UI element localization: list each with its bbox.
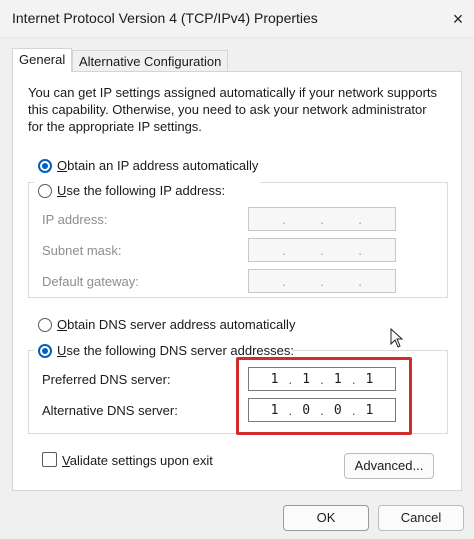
description-text: You can get IP settings assigned automat… [28,84,468,135]
default-gateway-label: Default gateway: [42,274,139,289]
subnet-mask-input[interactable]: ... [248,238,396,262]
obtain-ip-auto-label[interactable]: Obtain an IP address automatically [57,158,258,173]
description-line: this capability. Otherwise, you need to … [28,102,427,117]
use-following-ip-label[interactable]: Use the following IP address: [57,183,225,198]
obtain-dns-auto-radio[interactable] [38,318,52,332]
use-following-dns-label[interactable]: Use the following DNS server addresses: [57,343,294,358]
use-following-ip-radio[interactable] [38,184,52,198]
preferred-dns-label: Preferred DNS server: [42,372,171,387]
validate-settings-checkbox[interactable] [42,452,57,467]
ip-address-label: IP address: [42,212,108,227]
subnet-mask-label: Subnet mask: [42,243,122,258]
window-title: Internet Protocol Version 4 (TCP/IPv4) P… [12,10,318,26]
alternative-dns-label: Alternative DNS server: [42,403,178,418]
default-gateway-input[interactable]: ... [248,269,396,293]
tab-alternative-configuration[interactable]: Alternative Configuration [72,50,229,72]
description-line: for the appropriate IP settings. [28,119,202,134]
ip-address-input[interactable]: ... [248,207,396,231]
mouse-cursor-icon [390,328,404,348]
obtain-dns-auto-label[interactable]: Obtain DNS server address automatically [57,317,295,332]
description-line: You can get IP settings assigned automat… [28,85,438,100]
highlight-box [236,357,412,435]
advanced-button[interactable]: Advanced... [344,453,434,479]
use-following-dns-radio[interactable] [38,344,52,358]
cancel-button[interactable]: Cancel [378,505,464,531]
obtain-ip-auto-radio[interactable] [38,159,52,173]
ok-button[interactable]: OK [283,505,369,531]
close-icon[interactable]: × [444,6,472,32]
tab-general[interactable]: General [12,48,73,72]
validate-settings-label[interactable]: Validate settings upon exit [62,453,213,468]
